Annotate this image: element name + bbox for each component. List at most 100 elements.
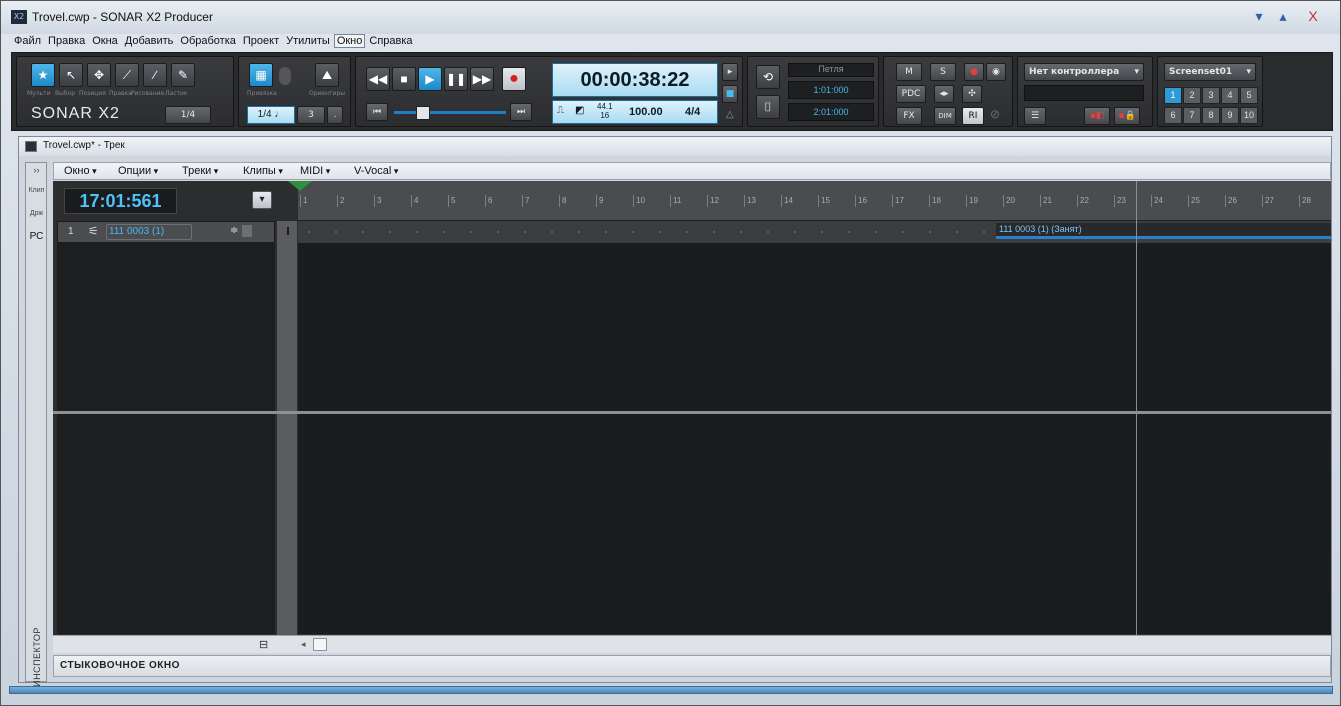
- fx-bypass-button[interactable]: FX: [896, 107, 922, 125]
- track-name-field[interactable]: 111 0003 (1): [106, 224, 192, 240]
- automation-button[interactable]: ✣: [962, 85, 982, 103]
- transport-record-mode-button[interactable]: ■: [722, 85, 738, 103]
- select-tool-button[interactable]: ↖: [59, 63, 83, 87]
- menu-item-5[interactable]: Проект: [240, 34, 282, 48]
- menu-item-6[interactable]: Утилиты: [283, 34, 333, 48]
- expand-icon[interactable]: ››: [27, 165, 46, 175]
- minimize-button[interactable]: ▾: [1247, 7, 1271, 25]
- screenset-button-10[interactable]: 10: [1240, 107, 1258, 124]
- snap-small-field[interactable]: 1/4: [165, 106, 211, 124]
- track-menu-item-4[interactable]: MIDI ▾: [300, 165, 330, 177]
- transport-time-display[interactable]: 00:00:38:22: [552, 63, 718, 97]
- erase-tool-button[interactable]: ✎: [171, 63, 195, 87]
- snap-value-field[interactable]: 1/4 ♩: [247, 106, 295, 124]
- controller-capture-button[interactable]: ▪◧: [1084, 107, 1110, 125]
- metronome-icon[interactable]: ◩: [575, 105, 584, 116]
- track-menu-item-1[interactable]: Опции ▾: [118, 165, 158, 177]
- record-button[interactable]: ●: [502, 67, 526, 91]
- tab-clip[interactable]: Клип: [27, 187, 46, 194]
- track-menu-item-3[interactable]: Клипы ▾: [243, 165, 283, 177]
- audio-engine-icon[interactable]: ⎍: [557, 105, 564, 116]
- snap-count-field[interactable]: 3: [297, 106, 325, 124]
- screenset-button-5[interactable]: 5: [1240, 87, 1258, 104]
- move-tool-button[interactable]: ✥: [87, 63, 111, 87]
- screenset-button-3[interactable]: 3: [1202, 87, 1220, 104]
- edit-tool-button[interactable]: ⟋: [115, 63, 139, 87]
- markers-button[interactable]: ⛰: [315, 63, 339, 87]
- menu-item-4[interactable]: Обработка: [177, 34, 238, 48]
- input-echo-button[interactable]: ◉: [986, 63, 1006, 81]
- dim-button[interactable]: DIM: [934, 107, 956, 125]
- snap-grid-button[interactable]: ▦: [249, 63, 273, 87]
- pdc-button[interactable]: PDC: [896, 85, 926, 103]
- tempo-value[interactable]: 100.00: [629, 106, 663, 118]
- position-slider[interactable]: [394, 111, 506, 114]
- menu-item-7[interactable]: Окно: [333, 34, 366, 48]
- tab-drzh[interactable]: Држ: [27, 210, 46, 217]
- loop-start-field[interactable]: 1:01:000: [788, 81, 874, 99]
- go-to-end-button[interactable]: ⏭: [510, 103, 532, 121]
- screenset-button-8[interactable]: 8: [1202, 107, 1220, 124]
- splitter-vertical[interactable]: [277, 221, 297, 653]
- loop-end-field[interactable]: 2:01:000: [788, 103, 874, 121]
- go-to-start-button[interactable]: ⏮: [366, 103, 388, 121]
- now-time-counter[interactable]: 17:01:561: [64, 188, 177, 214]
- screenset-button-9[interactable]: 9: [1221, 107, 1239, 124]
- audio-clip[interactable]: 111 0003 (1) (Занят): [996, 223, 1331, 239]
- loop-toggle-button[interactable]: ⟲: [756, 65, 780, 89]
- maximize-button[interactable]: ▴: [1271, 7, 1295, 25]
- fast-forward-button[interactable]: ▶▶: [470, 67, 494, 91]
- close-button[interactable]: X: [1301, 7, 1325, 25]
- track-header[interactable]: 1 ⚟ 111 0003 (1) ≑: [57, 221, 275, 243]
- sends-button[interactable]: ◂▸: [934, 85, 954, 103]
- screenset-button-6[interactable]: 6: [1164, 107, 1182, 124]
- rewind-button[interactable]: ◀◀: [366, 67, 390, 91]
- tab-pc[interactable]: РС: [27, 231, 46, 242]
- screenset-select[interactable]: Screenset01 ▾: [1164, 63, 1256, 81]
- track-menu-item-5[interactable]: V-Vocal ▾: [354, 165, 398, 177]
- clips-area[interactable]: [298, 243, 1331, 411]
- stop-button[interactable]: ■: [392, 67, 416, 91]
- controller-select[interactable]: Нет контроллера ▾: [1024, 63, 1144, 81]
- controller-lock-button[interactable]: ▪🔒: [1114, 107, 1140, 125]
- track-menu-item-2[interactable]: Треки ▾: [182, 165, 218, 177]
- pause-button[interactable]: ❚❚: [444, 67, 468, 91]
- timeline-ruler[interactable]: 1 2 3 4 5 6 7 8 9 10 11 12 13 14 15 16 17 18 19 20 21 22 23 24 2…: [288, 181, 1331, 221]
- draw-tool-button[interactable]: ∕: [143, 63, 167, 87]
- screenset-button-2[interactable]: 2: [1183, 87, 1201, 104]
- track-pane-dropdown[interactable]: ▾: [252, 191, 272, 209]
- punch-button[interactable]: ⌷: [756, 95, 780, 119]
- metronome-triangle-icon[interactable]: △: [726, 109, 734, 120]
- smart-tool-button[interactable]: ★: [31, 63, 55, 87]
- position-slider-thumb[interactable]: [416, 106, 430, 120]
- menu-item-2[interactable]: Окна: [89, 34, 121, 48]
- remote-input-button[interactable]: RI: [962, 107, 984, 125]
- play-button[interactable]: ▶: [418, 67, 442, 91]
- track-menu-item-0[interactable]: Окно ▾: [64, 165, 97, 177]
- mute-all-button[interactable]: M: [896, 63, 922, 81]
- solo-all-button[interactable]: S: [930, 63, 956, 81]
- menu-item-8[interactable]: Справка: [366, 34, 415, 48]
- clip-lane[interactable]: 111 0003 (1) (Занят): [298, 221, 1331, 243]
- screenset-button-7[interactable]: 7: [1183, 107, 1201, 124]
- bus-clips-area[interactable]: [298, 414, 1331, 634]
- collapse-icon[interactable]: ⊟: [259, 638, 268, 651]
- transport-arrow-button[interactable]: ▸: [722, 63, 738, 81]
- record-arm-all-button[interactable]: ●: [964, 63, 984, 81]
- menu-item-1[interactable]: Правка: [45, 34, 88, 48]
- controller-list-icon[interactable]: ☰: [1024, 107, 1046, 125]
- screenset-button-1[interactable]: 1: [1164, 87, 1182, 104]
- scroll-left-icon[interactable]: ◂: [301, 639, 306, 650]
- screenset-button-4[interactable]: 4: [1221, 87, 1239, 104]
- meter-value[interactable]: 4/4: [685, 106, 700, 118]
- playhead-marker-icon[interactable]: [288, 181, 312, 191]
- splitter-handle[interactable]: [287, 227, 289, 235]
- track-menu-icon[interactable]: ≑: [230, 225, 238, 236]
- snap-extra-field[interactable]: .: [327, 106, 343, 124]
- dock-window-bar[interactable]: СТЫКОВОЧНОЕ ОКНО: [53, 655, 1331, 677]
- disabled-automation-icon[interactable]: ⊘: [990, 107, 1000, 121]
- menu-item-0[interactable]: Файл: [11, 34, 44, 48]
- horizontal-scrollbar-thumb[interactable]: [313, 638, 327, 651]
- track-size-icon[interactable]: [242, 225, 252, 237]
- snap-toggle[interactable]: [279, 67, 291, 85]
